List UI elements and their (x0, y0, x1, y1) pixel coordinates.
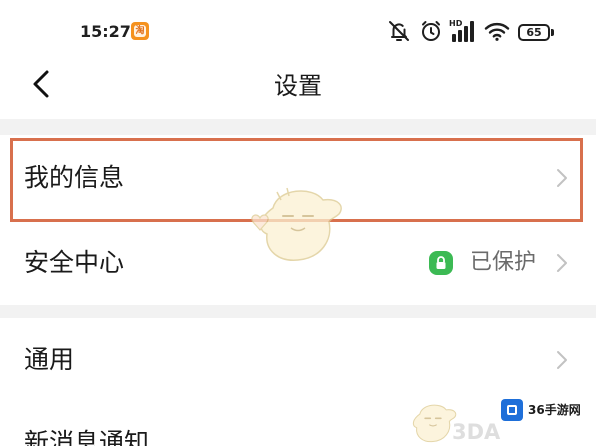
wifi-icon (483, 20, 511, 46)
alarm-clock-icon (419, 19, 443, 47)
security-status-text: 已保护 (470, 250, 537, 275)
section-divider (0, 119, 596, 135)
status-time: 15:27 (80, 22, 131, 41)
settings-item-new-message-notification[interactable]: 新消息通知 (0, 402, 596, 446)
settings-item-label: 新消息通知 (24, 428, 150, 446)
settings-item-label: 我的信息 (24, 163, 125, 192)
bell-mute-icon (387, 19, 411, 47)
section-divider (0, 305, 596, 318)
status-bar: 15:27 淘 HD 65 (0, 0, 596, 56)
settings-item-label: 安全中心 (24, 248, 125, 277)
settings-item-security-center[interactable]: 安全中心 已保护 (0, 221, 596, 305)
settings-item-my-info[interactable]: 我的信息 (0, 135, 596, 221)
lock-icon (429, 251, 453, 275)
chevron-right-icon (555, 349, 569, 371)
battery-icon: 65 (518, 24, 550, 41)
settings-item-general[interactable]: 通用 (0, 318, 596, 402)
taobao-app-glyph: 淘 (134, 25, 146, 37)
settings-item-label: 通用 (24, 345, 75, 374)
page-title: 设置 (274, 72, 322, 100)
battery-tip (551, 29, 554, 36)
signal-icon: HD (448, 19, 478, 43)
chevron-right-icon (555, 167, 569, 189)
chevron-right-icon (555, 252, 569, 274)
taobao-app-icon: 淘 (131, 22, 149, 40)
